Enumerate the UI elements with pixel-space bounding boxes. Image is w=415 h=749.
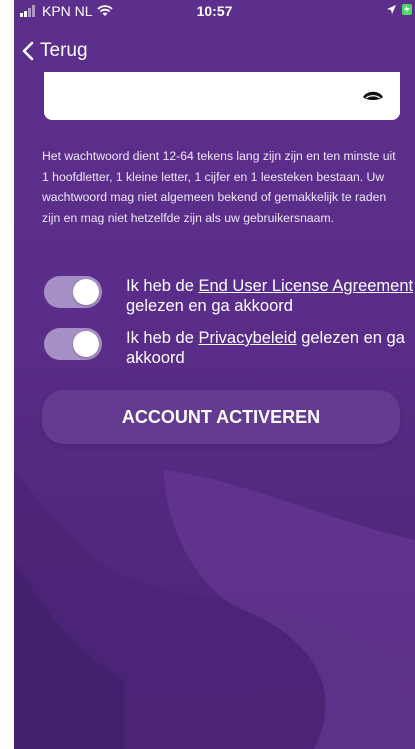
eula-link[interactable]: End User License Agreement (198, 277, 413, 295)
toggle-knob (73, 279, 99, 305)
app-screen: KPN NL 10:57 Terug Het wachtwoord dient … (14, 0, 415, 749)
eula-text-after: gelezen en ga akkoord (126, 297, 293, 315)
password-requirements-text: Het wachtwoord dient 12-64 tekens lang z… (42, 149, 396, 225)
privacy-link[interactable]: Privacybeleid (198, 329, 296, 347)
back-button[interactable]: Terug (14, 40, 88, 62)
privacy-agreement-text: Ik heb de Privacybeleid gelezen en ga ak… (126, 328, 415, 368)
back-label: Terug (40, 40, 88, 61)
eula-agreement-row: Ik heb de End User License Agreement gel… (44, 276, 415, 316)
chevron-left-icon (22, 41, 34, 61)
navigation-bar: Terug (14, 36, 88, 66)
status-time: 10:57 (196, 3, 233, 19)
eula-toggle[interactable] (44, 276, 102, 308)
battery-icon (402, 4, 412, 15)
privacy-toggle[interactable] (44, 328, 102, 360)
eye-icon[interactable] (362, 89, 384, 103)
location-arrow-icon (387, 4, 396, 14)
eula-text-before: Ik heb de (126, 277, 199, 295)
privacy-agreement-row: Ik heb de Privacybeleid gelezen en ga ak… (44, 328, 415, 368)
activate-account-button[interactable]: ACCOUNT ACTIVEREN (42, 390, 400, 444)
toggle-knob (73, 331, 99, 357)
privacy-text-before: Ik heb de (126, 329, 199, 347)
password-input[interactable] (44, 72, 400, 120)
status-right (386, 2, 413, 16)
status-bar: KPN NL 10:57 (14, 0, 415, 22)
eula-agreement-text: Ik heb de End User License Agreement gel… (126, 276, 415, 316)
